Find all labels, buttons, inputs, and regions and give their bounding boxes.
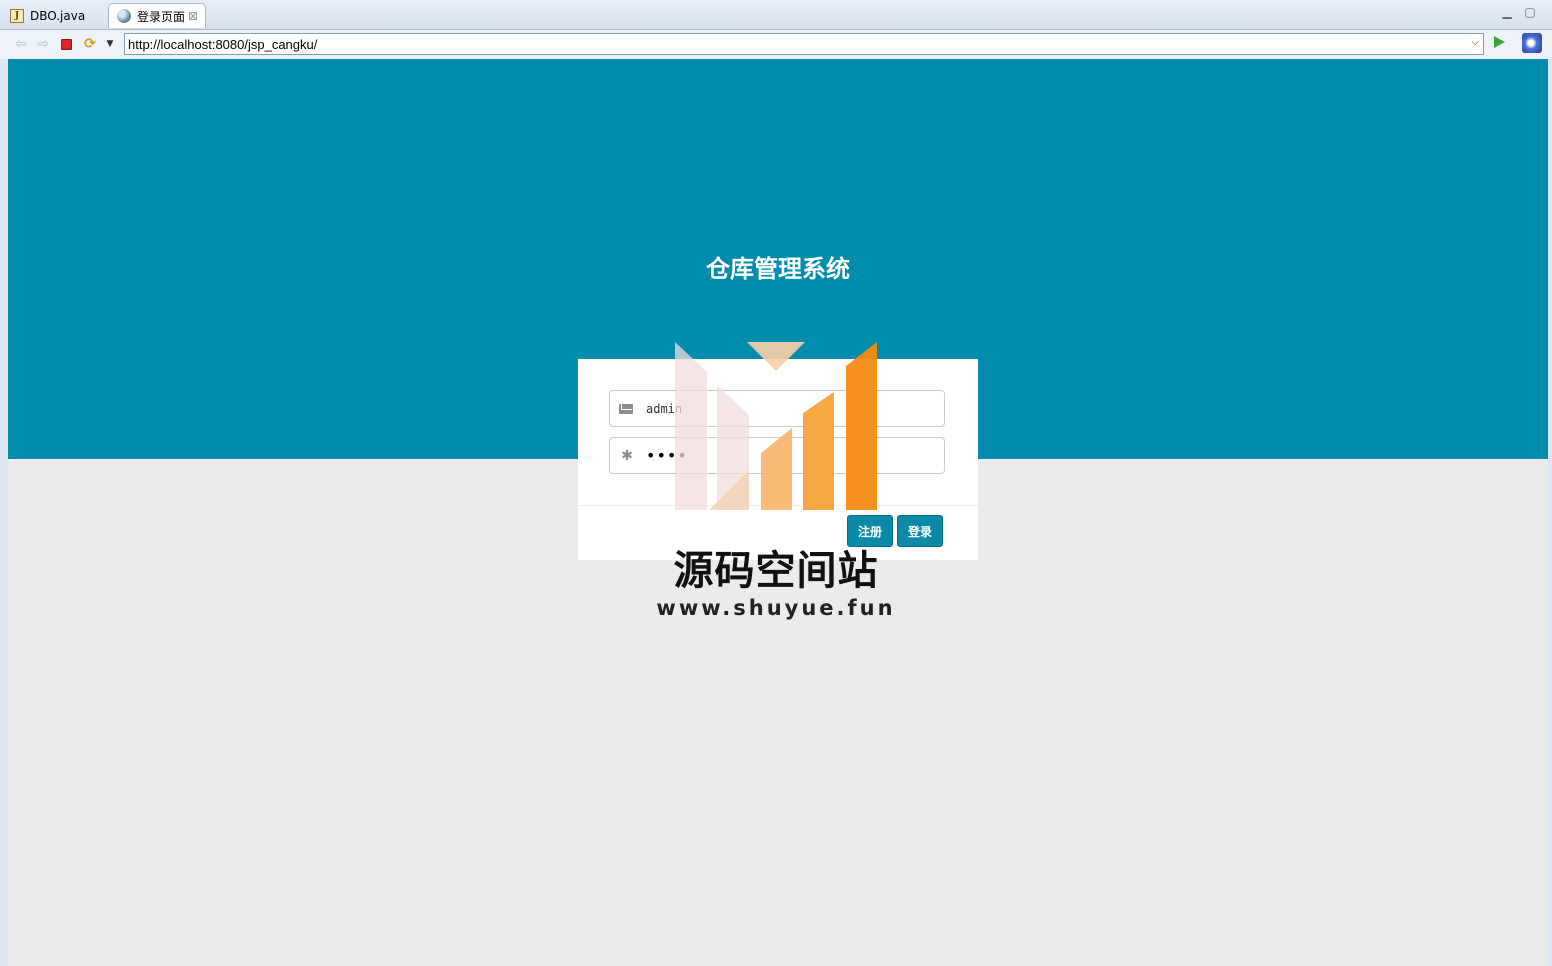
maximize-button[interactable]: ▢ [1523, 6, 1537, 20]
url-input[interactable] [128, 36, 1458, 52]
login-button[interactable]: 登录 [897, 515, 943, 547]
username-input[interactable] [646, 399, 936, 418]
register-button[interactable]: 注册 [847, 515, 893, 547]
card-divider [578, 505, 978, 506]
refresh-menu-button[interactable]: ▼ [101, 35, 119, 53]
envelope-icon [619, 401, 635, 417]
address-bar[interactable]: ⌵ [124, 33, 1484, 55]
left-border [0, 59, 8, 966]
asterisk-icon: ✱ [621, 448, 633, 464]
tab-label: DBO.java [30, 8, 86, 23]
chevron-down-icon[interactable]: ⌵ [1471, 37, 1479, 48]
page-title: 仓库管理系统 [706, 255, 850, 283]
browser-toolbar: ⇦ ⇨ ⟳ ▼ ⌵ [0, 30, 1552, 59]
password-input[interactable] [646, 446, 936, 465]
back-button[interactable]: ⇦ [12, 35, 30, 53]
web-page: 仓库管理系统 ✱ 注册 登录 [8, 59, 1548, 966]
right-border [1548, 59, 1552, 966]
stop-icon [60, 39, 72, 50]
forward-button[interactable]: ⇨ [34, 35, 52, 53]
java-file-icon: J [10, 8, 24, 23]
password-field[interactable]: ✱ [609, 437, 945, 474]
editor-tab-bar: J DBO.java 登录页面 ⊠ ▁ ▢ [0, 0, 1552, 30]
globe-icon [117, 9, 131, 23]
close-icon[interactable]: ⊠ [188, 9, 198, 23]
stop-button[interactable] [57, 35, 75, 53]
refresh-button[interactable]: ⟳ [81, 35, 99, 53]
minimize-button[interactable]: ▁ [1500, 6, 1514, 20]
username-field[interactable] [609, 390, 945, 427]
tab-login-page[interactable]: 登录页面 ⊠ [108, 3, 206, 28]
go-button[interactable] [1494, 36, 1505, 48]
tab-dbo-java[interactable]: J DBO.java [2, 3, 106, 28]
login-card: ✱ 注册 登录 [578, 359, 978, 560]
tab-label: 登录页面 [137, 9, 186, 24]
external-browser-icon[interactable] [1522, 33, 1542, 53]
